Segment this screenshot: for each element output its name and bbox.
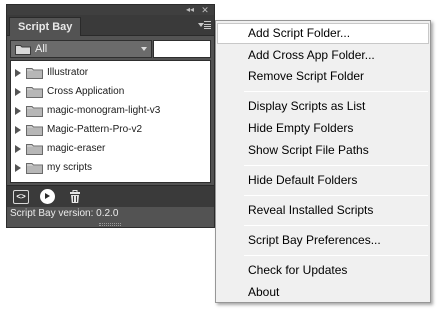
screen: ◂◂ ✕ Script Bay All Illustrator Cross Ap…: [0, 0, 437, 314]
menu-item-hide-empty-folders[interactable]: Hide Empty Folders: [217, 118, 429, 139]
expand-arrow-icon[interactable]: [15, 164, 21, 172]
folder-icon: [26, 163, 43, 174]
menu-item-add-cross-app-folder[interactable]: Add Cross App Folder...: [217, 45, 429, 66]
folder-filter-value: All: [35, 43, 48, 55]
expand-arrow-icon[interactable]: [15, 107, 21, 115]
tree-item-magic-monogram-light-v3[interactable]: magic-monogram-light-v3: [11, 103, 210, 119]
panel-tab-bar: Script Bay: [7, 15, 214, 36]
expand-arrow-icon[interactable]: [15, 88, 21, 96]
menu-separator: [244, 225, 428, 226]
folder-icon: [26, 68, 43, 79]
menu-separator: [244, 91, 428, 92]
menu-item-add-script-folder[interactable]: Add Script Folder...: [217, 23, 429, 44]
tree-item-magic-eraser[interactable]: magic-eraser: [11, 141, 210, 157]
folder-icon: [26, 106, 43, 117]
folder-icon: [26, 144, 43, 155]
tree-item-label: magic-eraser: [47, 143, 106, 154]
script-folder-tree: Illustrator Cross Application magic-mono…: [10, 60, 211, 183]
tree-item-label: Magic-Pattern-Pro-v2: [47, 124, 143, 135]
version-status: Script Bay version: 0.2.0: [7, 207, 214, 221]
expand-arrow-icon[interactable]: [15, 69, 21, 77]
tree-item-cross-application[interactable]: Cross Application: [11, 84, 210, 100]
menu-separator: [244, 195, 428, 196]
panel-flyout-menu: Add Script Folder... Add Cross App Folde…: [215, 20, 431, 303]
panel-title-strip: ◂◂ ✕: [7, 5, 214, 15]
folder-filter-dropdown[interactable]: All: [10, 40, 152, 58]
tree-item-illustrator[interactable]: Illustrator: [11, 65, 210, 81]
tree-item-label: Illustrator: [47, 67, 89, 78]
tab-script-bay[interactable]: Script Bay: [9, 17, 82, 36]
panel-toolbar: <>: [7, 185, 214, 207]
menu-item-remove-script-folder[interactable]: Remove Script Folder: [217, 66, 429, 87]
expand-arrow-icon[interactable]: [15, 126, 21, 134]
menu-item-check-for-updates[interactable]: Check for Updates: [217, 260, 429, 281]
folder-icon: [26, 87, 43, 98]
menu-item-reveal-installed-scripts[interactable]: Reveal Installed Scripts: [217, 200, 429, 221]
edit-script-icon[interactable]: <>: [13, 190, 29, 204]
trash-icon[interactable]: [67, 190, 83, 204]
tree-item-label: magic-monogram-light-v3: [47, 105, 161, 116]
folder-icon: [26, 125, 43, 136]
expand-arrow-icon[interactable]: [15, 145, 21, 153]
tree-item-label: my scripts: [47, 162, 92, 173]
resize-grip-icon[interactable]: [99, 223, 121, 226]
menu-separator: [244, 165, 428, 166]
collapse-panel-icon[interactable]: ◂◂: [184, 5, 196, 15]
folder-icon: [15, 45, 31, 55]
tree-item-my-scripts[interactable]: my scripts: [11, 160, 210, 176]
menu-separator: [244, 255, 428, 256]
run-script-icon[interactable]: [40, 189, 55, 204]
panel-menu-icon[interactable]: [198, 19, 212, 31]
script-search-input[interactable]: [153, 40, 211, 58]
close-panel-icon[interactable]: ✕: [200, 5, 210, 15]
tree-item-label: Cross Application: [47, 86, 125, 97]
menu-item-display-scripts-as-list[interactable]: Display Scripts as List: [217, 96, 429, 117]
chevron-down-icon: [141, 47, 147, 51]
menu-item-show-script-file-paths[interactable]: Show Script File Paths: [217, 140, 429, 161]
tree-item-magic-pattern-pro-v2[interactable]: Magic-Pattern-Pro-v2: [11, 122, 210, 138]
menu-item-script-bay-preferences[interactable]: Script Bay Preferences...: [217, 230, 429, 251]
menu-item-hide-default-folders[interactable]: Hide Default Folders: [217, 170, 429, 191]
menu-item-about[interactable]: About: [217, 282, 429, 303]
script-bay-panel: ◂◂ ✕ Script Bay All Illustrator Cross Ap…: [6, 4, 215, 228]
